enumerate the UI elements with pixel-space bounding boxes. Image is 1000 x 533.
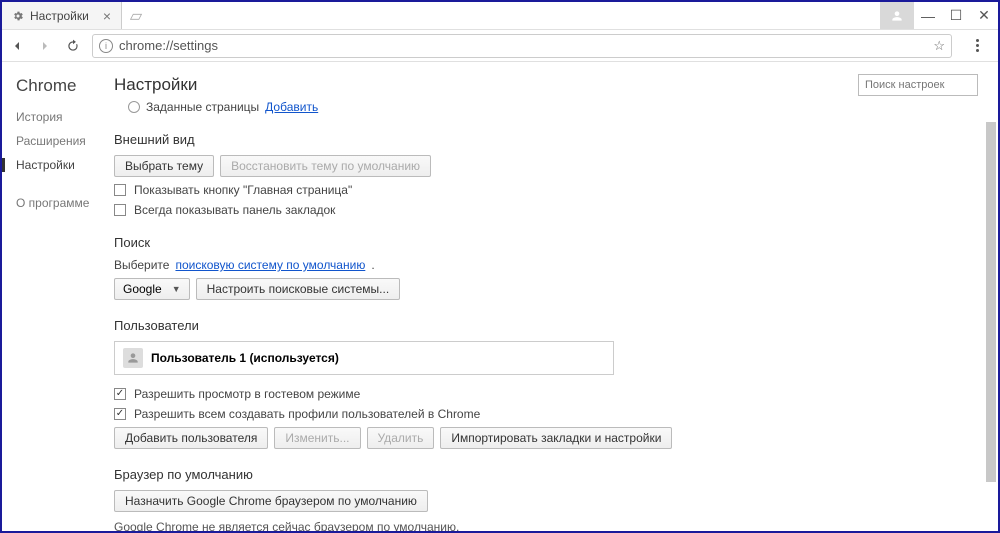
search-engine-value: Google (123, 282, 162, 296)
reload-button[interactable] (64, 37, 82, 55)
delete-user-button: Удалить (367, 427, 435, 449)
bookmark-star-icon[interactable]: ☆ (933, 38, 945, 54)
search-engine-select[interactable]: Google ▼ (114, 278, 190, 300)
account-button[interactable] (880, 2, 914, 29)
window-controls: — ☐ ✕ (880, 2, 998, 29)
set-default-browser-button[interactable]: Назначить Google Chrome браузером по умо… (114, 490, 428, 512)
tab-title: Настройки (30, 9, 89, 23)
show-bookmarks-label: Всегда показывать панель закладок (134, 203, 335, 217)
section-default-browser: Браузер по умолчанию (114, 467, 978, 482)
sidebar-item-extensions[interactable]: Расширения (16, 134, 114, 148)
info-icon[interactable]: i (99, 39, 113, 53)
close-window-button[interactable]: ✕ (970, 2, 998, 29)
back-button[interactable] (8, 37, 26, 55)
sidebar-item-history[interactable]: История (16, 110, 114, 124)
sidebar: Chrome История Расширения Настройки О пр… (2, 62, 114, 531)
maximize-button[interactable]: ☐ (942, 2, 970, 29)
browser-tab[interactable]: Настройки × (2, 2, 122, 29)
avatar-icon (123, 348, 143, 368)
content: Chrome История Расширения Настройки О пр… (2, 62, 998, 531)
forward-button[interactable] (36, 37, 54, 55)
new-tab-button[interactable]: ▱ (122, 2, 150, 29)
show-home-label: Показывать кнопку "Главная страница" (134, 183, 352, 197)
search-choose-prefix: Выберите (114, 258, 169, 272)
search-choose-link[interactable]: поисковую систему по умолчанию (175, 258, 365, 272)
allow-create-label: Разрешить всем создавать профили пользов… (134, 407, 480, 421)
add-user-button[interactable]: Добавить пользователя (114, 427, 268, 449)
main: Настройки Заданные страницы Добавить Вне… (114, 62, 998, 531)
current-user-label: Пользователь 1 (используется) (151, 351, 339, 365)
startup-pages-radio[interactable] (128, 101, 140, 113)
current-user-box[interactable]: Пользователь 1 (используется) (114, 341, 614, 375)
manage-search-button[interactable]: Настроить поисковые системы... (196, 278, 401, 300)
show-home-checkbox[interactable] (114, 184, 126, 196)
close-icon[interactable]: × (103, 8, 111, 24)
address-bar[interactable]: i chrome://settings ☆ (92, 34, 952, 58)
search-choose-suffix: . (371, 258, 374, 272)
chevron-down-icon: ▼ (172, 284, 181, 294)
scrollbar[interactable] (984, 62, 996, 531)
sidebar-brand: Chrome (16, 76, 114, 96)
sidebar-item-about[interactable]: О программе (16, 196, 114, 210)
titlebar: Настройки × ▱ — ☐ ✕ (2, 2, 998, 30)
scroll-thumb[interactable] (986, 122, 996, 482)
settings-search-input[interactable] (858, 74, 978, 96)
section-users: Пользователи (114, 318, 978, 333)
allow-guest-label: Разрешить просмотр в гостевом режиме (134, 387, 360, 401)
toolbar: i chrome://settings ☆ (2, 30, 998, 62)
url-text: chrome://settings (119, 38, 218, 53)
gear-icon (12, 10, 24, 22)
show-bookmarks-checkbox[interactable] (114, 204, 126, 216)
edit-user-button: Изменить... (274, 427, 360, 449)
sidebar-item-settings[interactable]: Настройки (16, 158, 114, 172)
allow-create-checkbox[interactable] (114, 408, 126, 420)
menu-button[interactable] (968, 39, 986, 52)
default-browser-note: Google Chrome не является сейчас браузер… (114, 520, 978, 531)
section-search: Поиск (114, 235, 978, 250)
import-button[interactable]: Импортировать закладки и настройки (440, 427, 672, 449)
page-title: Настройки (114, 75, 197, 95)
allow-guest-checkbox[interactable] (114, 388, 126, 400)
choose-theme-button[interactable]: Выбрать тему (114, 155, 214, 177)
startup-add-link[interactable]: Добавить (265, 100, 318, 114)
startup-pages-label: Заданные страницы (146, 100, 259, 114)
section-appearance: Внешний вид (114, 132, 978, 147)
reset-theme-button: Восстановить тему по умолчанию (220, 155, 431, 177)
minimize-button[interactable]: — (914, 2, 942, 29)
